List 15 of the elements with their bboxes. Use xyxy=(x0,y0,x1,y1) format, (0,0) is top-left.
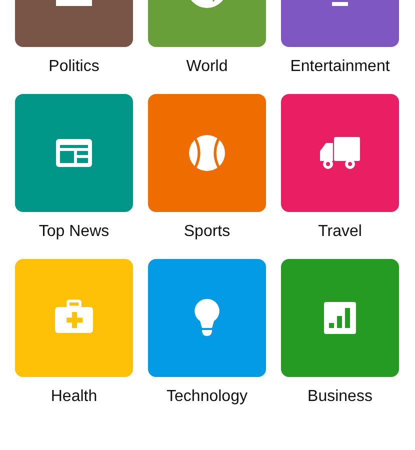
category-label[interactable]: Business xyxy=(308,387,372,407)
category-label[interactable]: Technology xyxy=(166,387,248,407)
category-label[interactable]: Health xyxy=(50,387,98,407)
category-tile[interactable] xyxy=(148,259,266,377)
category-tile[interactable] xyxy=(15,94,133,212)
category-label[interactable]: Top News xyxy=(38,222,110,242)
category-label[interactable]: Politics xyxy=(48,57,100,77)
category-label[interactable]: Entertainment xyxy=(290,57,390,77)
category-label[interactable]: Sports xyxy=(184,222,230,242)
category-label[interactable]: Travel xyxy=(318,222,362,242)
category-tile[interactable] xyxy=(148,94,266,212)
category-tile[interactable] xyxy=(281,259,399,377)
category-tile[interactable] xyxy=(281,94,399,212)
category-label[interactable]: World xyxy=(186,57,228,77)
category-tile[interactable] xyxy=(15,259,133,377)
